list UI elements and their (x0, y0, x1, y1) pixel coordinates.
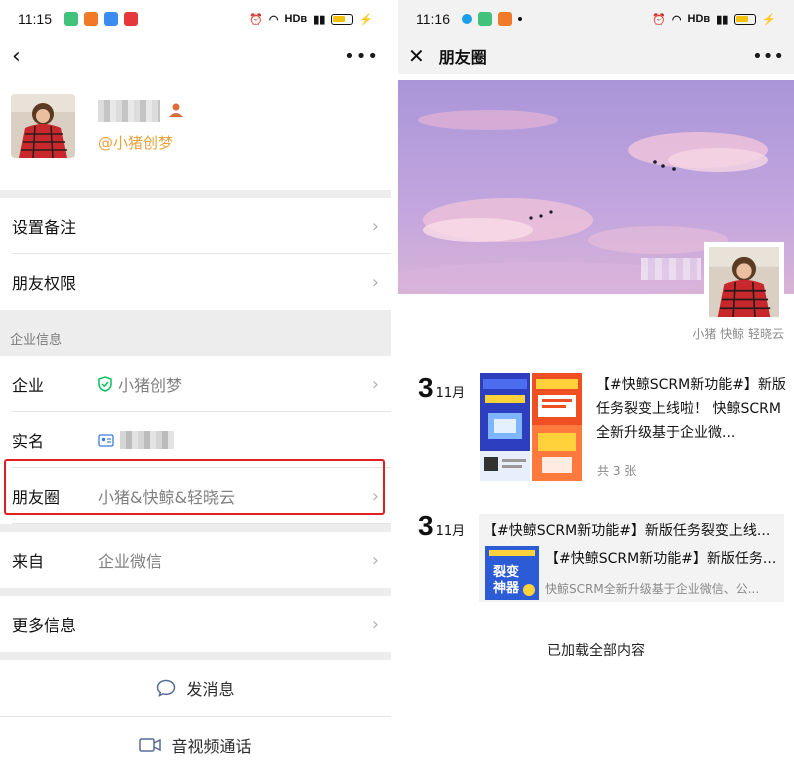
video-camera-icon (139, 737, 162, 752)
send-message-label: 发消息 (186, 680, 235, 699)
realname-row: 实名 (0, 412, 391, 468)
status-time: 11:16 (416, 11, 450, 27)
chevron-right-icon: › (371, 613, 379, 635)
status-right: ⏰ ◠ HDʙ ▮▮ ⚡ (249, 13, 373, 26)
post-date: 3 11月 (418, 510, 465, 542)
close-icon[interactable]: ✕ (408, 44, 425, 68)
all-loaded-text: 已加载全部内容 (547, 643, 645, 659)
chevron-right-icon: › (371, 215, 379, 237)
share-thumbnail: 裂变 神器 (485, 546, 539, 600)
post-day: 3 (418, 372, 434, 403)
status-right: ⏰ ◠ HDʙ ▮▮ ⚡ (652, 13, 776, 26)
row-value (98, 431, 174, 449)
app-notification-icon (498, 12, 512, 26)
signal-icon: ▮▮ (313, 13, 326, 26)
more-icon[interactable]: ••• (752, 46, 784, 67)
row-label: 企业 (12, 376, 45, 395)
network-label: HDʙ (687, 13, 711, 25)
more-notifications-dot (518, 17, 522, 21)
row-label: 实名 (12, 432, 45, 451)
moments-avatar[interactable] (704, 242, 784, 322)
share-title: 【#快鲸SCRM新功能#】新版任务裂变上线... (483, 523, 771, 539)
network-label: HDʙ (284, 13, 308, 25)
video-call-label: 音视频通话 (171, 736, 252, 756)
blurred-name (98, 100, 160, 122)
chevron-right-icon: › (371, 271, 379, 293)
friend-permission-row[interactable]: 朋友权限 › (0, 254, 391, 310)
profile-header: @小猪创梦 (0, 74, 391, 190)
post-date: 3 11月 (418, 372, 465, 404)
status-bar: 11:15 ⏰ ◠ HDʙ ▮▮ ⚡ (0, 0, 391, 38)
id-card-icon (98, 433, 114, 447)
avatar[interactable] (11, 94, 75, 158)
chevron-right-icon: › (371, 373, 379, 395)
post-image[interactable] (480, 373, 530, 481)
contact-detail-screen: 11:15 ⏰ ◠ HDʙ ▮▮ ⚡ ‹ ••• @小猪创梦 设置备注 › 朋友… (0, 0, 391, 765)
send-message-button[interactable]: 发消息 (0, 660, 391, 716)
chevron-right-icon: › (371, 485, 379, 507)
chevron-right-icon: › (371, 549, 379, 571)
row-label: 设置备注 (12, 218, 77, 237)
status-time: 11:15 (18, 11, 52, 27)
battery-icon (734, 13, 757, 25)
charging-icon: ⚡ (359, 13, 373, 26)
row-value: 小猪创梦 (98, 372, 182, 396)
panel-divider (391, 0, 398, 765)
share-subtitle: 【#快鲸SCRM新功能#】新版任务... (545, 551, 777, 567)
moments-row[interactable]: 朋友圈 小猪&快鲸&轻晓云 › (0, 468, 391, 524)
row-label: 朋友圈 (12, 488, 61, 507)
section-title: 企业信息 (0, 310, 391, 356)
blurred-username (641, 258, 701, 280)
wifi-icon: ◠ (671, 13, 682, 26)
nav-bar: ✕ 朋友圈 ••• (398, 38, 794, 74)
row-label: 来自 (12, 552, 45, 571)
app-notification-icon (84, 12, 98, 26)
more-info-row[interactable]: 更多信息 › (0, 596, 391, 652)
signal-icon: ▮▮ (716, 13, 729, 26)
post-image[interactable] (532, 373, 582, 481)
chat-bubble-icon (157, 679, 176, 697)
svg-text:裂变: 裂变 (492, 564, 519, 580)
enterprise-value: 小猪创梦 (118, 376, 183, 395)
post-month: 11月 (435, 386, 466, 401)
row-label: 更多信息 (12, 616, 77, 635)
verified-shield-icon (98, 376, 112, 392)
status-bar: 11:16 ⏰ ◠ HDʙ ▮▮ ⚡ (398, 0, 794, 38)
wifi-icon: ◠ (268, 13, 279, 26)
person-icon (168, 102, 184, 118)
blurred-realname (120, 431, 174, 449)
alarm-icon: ⏰ (249, 13, 263, 26)
more-icon[interactable]: ••• (344, 46, 379, 67)
enterprise-row[interactable]: 企业 小猪创梦 › (0, 356, 391, 412)
alarm-icon: ⏰ (652, 13, 666, 26)
app-notification-icon (124, 12, 138, 26)
moments-value: 小猪&快鲸&轻晓云 (98, 488, 235, 507)
source-row[interactable]: 来自 企业微信 › (0, 532, 391, 588)
back-icon[interactable]: ‹ (12, 44, 21, 69)
app-notification-icon (104, 12, 118, 26)
post-text[interactable]: 【#快鲸SCRM新功能#】新版任务裂变上线啦！ 快鲸SCRM全新升级基于企业微.… (596, 373, 786, 445)
set-remark-row[interactable]: 设置备注 › (0, 198, 391, 254)
video-call-button[interactable]: 音视频通话 (0, 716, 391, 765)
post-month: 11月 (435, 524, 466, 539)
shared-link-card[interactable]: 【#快鲸SCRM新功能#】新版任务裂变上线... 裂变 神器 【#快鲸SCRM新… (479, 514, 784, 602)
app-notification-icon (462, 14, 472, 24)
corp-name: @小猪创梦 (98, 134, 174, 152)
page-title: 朋友圈 (438, 48, 487, 67)
app-notification-icon (478, 12, 492, 26)
battery-icon (331, 13, 354, 25)
post-day: 3 (418, 510, 434, 541)
nav-bar: ‹ ••• (0, 38, 391, 74)
svg-text:神器: 神器 (493, 580, 520, 596)
charging-icon: ⚡ (762, 13, 776, 26)
moments-screen: 11:16 ⏰ ◠ HDʙ ▮▮ ⚡ ✕ 朋友圈 ••• 小猪 快鲸 轻晓云 3… (398, 0, 794, 765)
share-description: 快鲸SCRM全新升级基于企业微信、公... (545, 582, 760, 596)
row-label: 朋友权限 (12, 274, 77, 293)
app-notification-icon (64, 12, 78, 26)
image-count: 共 3 张 (597, 464, 637, 478)
source-value: 企业微信 (98, 552, 163, 571)
moments-signature: 小猪 快鲸 轻晓云 (692, 327, 784, 341)
